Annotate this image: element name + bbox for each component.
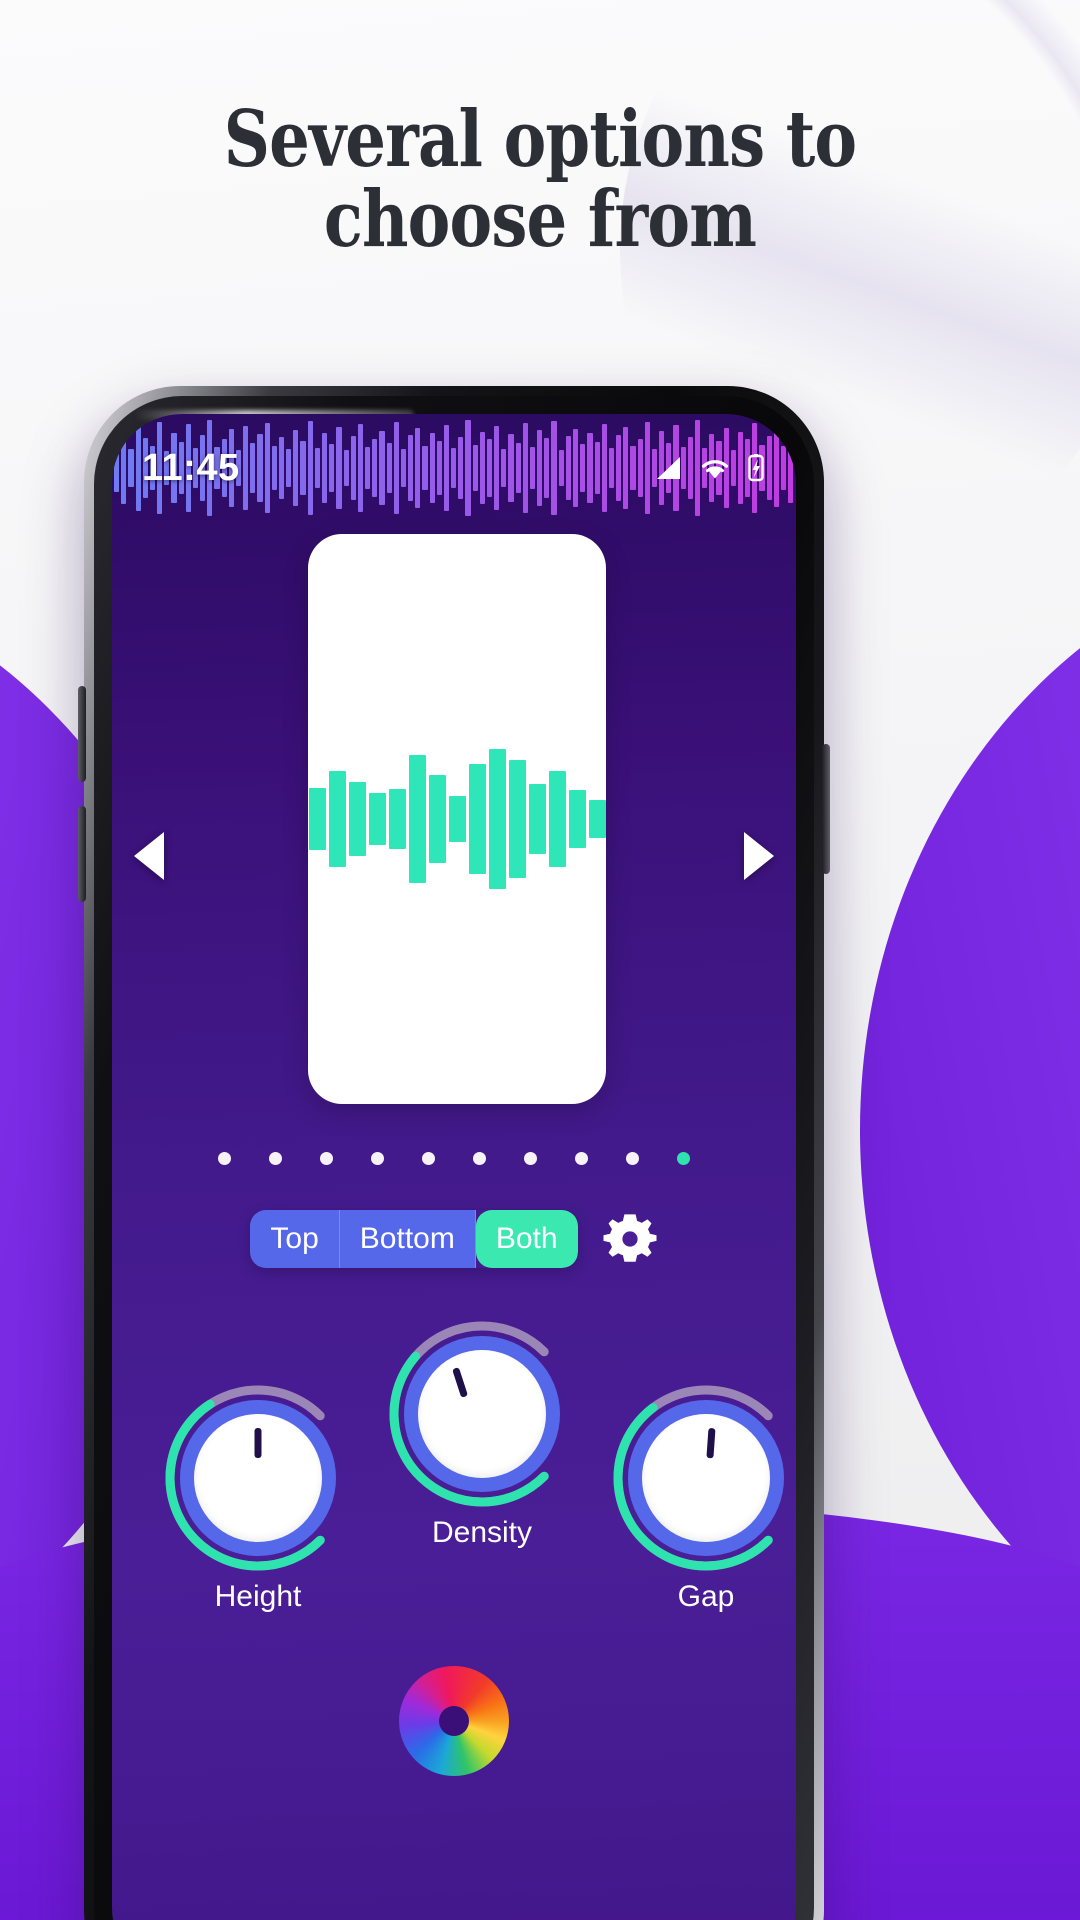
knob-density-label: Density [431,1516,533,1549]
signal-icon [657,457,680,479]
page-dot-active[interactable] [677,1152,690,1165]
page-title: Several options to choose from [0,100,1080,260]
status-bar-row: 11:45 [112,414,796,522]
color-picker-wheel[interactable] [399,1666,509,1776]
preview-waveform [308,734,606,904]
page-dot[interactable] [218,1152,231,1165]
preview-bar [388,789,406,849]
knob-height-label: Height [214,1580,302,1613]
style-controls-row: Top Bottom Both [112,1210,796,1268]
page-dot[interactable] [422,1152,435,1165]
volume-down-button[interactable] [78,806,86,902]
position-segmented-control[interactable]: Top Bottom Both [250,1210,578,1268]
phone-screen: 11:45 Top Bottom Both Height Density Gap [112,414,796,1920]
preview-bar [588,800,606,838]
status-bar-clock: 11:45 [142,446,240,489]
page-dot[interactable] [575,1152,588,1165]
knob-height-needle [254,1428,262,1458]
next-style-arrow[interactable] [744,832,774,880]
preview-bar [328,771,346,867]
knob-density[interactable]: Density [382,1314,582,1550]
knob-height-face [194,1414,322,1542]
page-dot[interactable] [269,1152,282,1165]
page-dot[interactable] [473,1152,486,1165]
knob-density-needle [452,1367,469,1398]
knob-height[interactable]: Height [158,1378,358,1614]
preview-bar [428,775,446,863]
preview-bar [508,760,526,878]
power-button[interactable] [822,744,830,874]
gear-icon[interactable] [602,1211,658,1267]
knob-gap-face [642,1414,770,1542]
preview-bar [468,764,486,874]
knob-gap-dial[interactable] [606,1378,796,1578]
status-bar-icons [654,453,766,483]
status-bar: 11:45 [112,414,796,522]
chevron-left-icon [134,832,164,880]
page-title-line-2: choose from [323,174,757,265]
page-dot[interactable] [524,1152,537,1165]
knob-controls: Height Density Gap [112,1314,796,1634]
page-dot[interactable] [626,1152,639,1165]
waveform-preview-card[interactable] [308,534,606,1104]
segment-option-top[interactable]: Top [250,1210,340,1268]
page-title-line-1: Several options to [223,94,857,185]
knob-gap-needle [706,1427,716,1459]
preview-bar [368,793,386,845]
wifi-icon [701,460,729,479]
preview-bar [488,749,506,889]
volume-up-button[interactable] [78,686,86,782]
preview-bar [308,788,326,850]
segment-option-bottom[interactable]: Bottom [339,1210,476,1268]
preview-bar [568,790,586,848]
preview-bar [548,771,566,867]
page-dot[interactable] [371,1152,384,1165]
knob-gap-label: Gap [677,1580,735,1613]
battery-charging-icon [748,454,764,482]
knob-density-face [418,1350,546,1478]
page-dot[interactable] [320,1152,333,1165]
preview-bar [528,784,546,854]
preview-bar [348,782,366,856]
knob-density-dial[interactable] [382,1314,582,1514]
previous-style-arrow[interactable] [134,832,164,880]
phone-mockup: 11:45 Top Bottom Both Height Density Gap [78,386,830,1920]
preview-bar [408,755,426,883]
knob-height-dial[interactable] [158,1378,358,1578]
preview-bar [448,796,466,842]
segment-option-both[interactable]: Both [475,1210,578,1268]
knob-gap[interactable]: Gap [606,1378,796,1614]
chevron-right-icon [744,832,774,880]
page-indicator-dots[interactable] [112,1152,796,1165]
